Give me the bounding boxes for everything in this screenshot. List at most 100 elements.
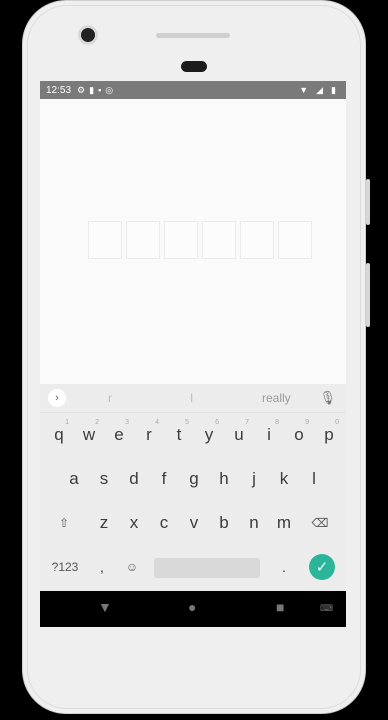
key-s[interactable]: s xyxy=(90,460,118,498)
key-w-hint: 2 xyxy=(95,419,99,426)
key-f[interactable]: f xyxy=(150,460,178,498)
key-y-label: y xyxy=(204,425,214,444)
key-z-label: z xyxy=(99,513,109,532)
key-q-label: q xyxy=(54,425,64,444)
key-z[interactable]: z xyxy=(90,504,118,542)
emoji-icon[interactable]: ☺ xyxy=(118,548,146,586)
app-content xyxy=(40,99,346,384)
chevron-right-icon[interactable]: › xyxy=(48,389,66,407)
key-y[interactable]: y6 xyxy=(195,416,223,454)
key-b[interactable]: b xyxy=(210,504,238,542)
key-u-label: u xyxy=(234,425,244,444)
key-j-label: j xyxy=(252,469,256,488)
key-l-label: l xyxy=(312,469,316,488)
key-x[interactable]: x xyxy=(120,504,148,542)
key-c[interactable]: c xyxy=(150,504,178,542)
key-t[interactable]: t5 xyxy=(165,416,193,454)
key-n-label: n xyxy=(249,513,259,532)
key-u[interactable]: u7 xyxy=(225,416,253,454)
otp-box[interactable] xyxy=(240,221,274,259)
sim-icon: ▮ xyxy=(89,84,95,95)
enter-check-icon[interactable]: ✓ xyxy=(309,554,335,580)
front-camera xyxy=(81,28,95,42)
key-w-label: w xyxy=(82,425,96,444)
key-o-label: o xyxy=(294,425,304,444)
key-v-label: v xyxy=(189,513,199,532)
key-g-label: g xyxy=(189,469,199,488)
space-key[interactable] xyxy=(154,558,260,578)
wifi-icon: ▼ xyxy=(299,85,309,95)
symbols-key[interactable]: ?123 xyxy=(48,548,82,586)
sync-icon: ◎ xyxy=(105,84,114,95)
key-f-label: f xyxy=(161,469,167,488)
suggestion-1[interactable]: r xyxy=(108,391,112,405)
earpiece-speaker xyxy=(156,33,230,38)
status-time: 12:53 xyxy=(46,84,72,96)
back-icon[interactable]: ▼ xyxy=(98,599,112,615)
key-o-hint: 9 xyxy=(305,419,309,426)
period-key[interactable]: . xyxy=(270,548,298,586)
backspace-key[interactable]: ⌫ xyxy=(306,504,334,542)
key-y-hint: 6 xyxy=(215,419,219,426)
key-i-label: i xyxy=(267,425,271,444)
storage-icon: ▪ xyxy=(98,85,102,95)
shift-key[interactable]: ⇧ xyxy=(50,504,78,542)
keyboard-switch-icon[interactable]: ⌨ xyxy=(320,603,333,614)
key-m[interactable]: m xyxy=(270,504,298,542)
power-button[interactable] xyxy=(366,179,370,225)
otp-box[interactable] xyxy=(164,221,198,259)
key-d-label: d xyxy=(129,469,139,488)
key-m-label: m xyxy=(276,513,292,532)
key-n[interactable]: n xyxy=(240,504,268,542)
recents-icon[interactable]: ■ xyxy=(276,599,284,615)
key-e-hint: 3 xyxy=(125,419,129,426)
key-x-label: x xyxy=(129,513,139,532)
key-q[interactable]: q1 xyxy=(45,416,73,454)
key-i-hint: 8 xyxy=(275,419,279,426)
otp-box[interactable] xyxy=(278,221,312,259)
key-e[interactable]: e3 xyxy=(105,416,133,454)
key-p[interactable]: p0 xyxy=(315,416,343,454)
otp-box[interactable] xyxy=(126,221,160,259)
key-o[interactable]: o9 xyxy=(285,416,313,454)
key-i[interactable]: i8 xyxy=(255,416,283,454)
key-u-hint: 7 xyxy=(245,419,249,426)
key-w[interactable]: w2 xyxy=(75,416,103,454)
key-b-label: b xyxy=(219,513,229,532)
key-c-label: c xyxy=(159,513,169,532)
signal-icon: ◢ xyxy=(316,84,324,95)
key-e-label: e xyxy=(114,425,124,444)
key-p-hint: 0 xyxy=(335,419,339,426)
proximity-sensor xyxy=(181,61,207,72)
suggestion-strip: › r I really 🎙 xyxy=(40,384,346,413)
key-s-label: s xyxy=(99,469,109,488)
key-t-hint: 5 xyxy=(185,419,189,426)
key-h[interactable]: h xyxy=(210,460,238,498)
key-v[interactable]: v xyxy=(180,504,208,542)
otp-box[interactable] xyxy=(202,221,236,259)
key-p-label: p xyxy=(324,425,334,444)
key-k[interactable]: k xyxy=(270,460,298,498)
key-d[interactable]: d xyxy=(120,460,148,498)
otp-input-group[interactable] xyxy=(88,221,312,259)
key-g[interactable]: g xyxy=(180,460,208,498)
mic-icon[interactable]: 🎙 xyxy=(319,390,336,406)
home-icon[interactable]: ● xyxy=(188,599,196,615)
key-k-label: k xyxy=(279,469,289,488)
screen: 12:53 ⚙ ▮ ▪ ◎ ▼ ◢ ▮ › r I really 🎙 q1w2e… xyxy=(40,81,346,627)
key-r-label: r xyxy=(146,425,152,444)
otp-box[interactable] xyxy=(88,221,122,259)
gear-icon: ⚙ xyxy=(77,84,86,95)
soft-keyboard: › r I really 🎙 q1w2e3r4t5y6u7i8o9p0 asdf… xyxy=(40,384,346,591)
key-r[interactable]: r4 xyxy=(135,416,163,454)
key-row-2: as d f ghj k l xyxy=(40,460,346,500)
key-row-3: ⇧ ⌫ z x c v b nm xyxy=(40,504,346,544)
suggestion-2[interactable]: I xyxy=(190,391,193,405)
volume-buttons[interactable] xyxy=(366,263,370,327)
battery-icon: ▮ xyxy=(331,84,336,95)
key-a[interactable]: a xyxy=(60,460,88,498)
comma-key[interactable]: , xyxy=(88,548,116,586)
key-j[interactable]: j xyxy=(240,460,268,498)
key-l[interactable]: l xyxy=(300,460,328,498)
suggestion-3[interactable]: really xyxy=(262,391,291,405)
